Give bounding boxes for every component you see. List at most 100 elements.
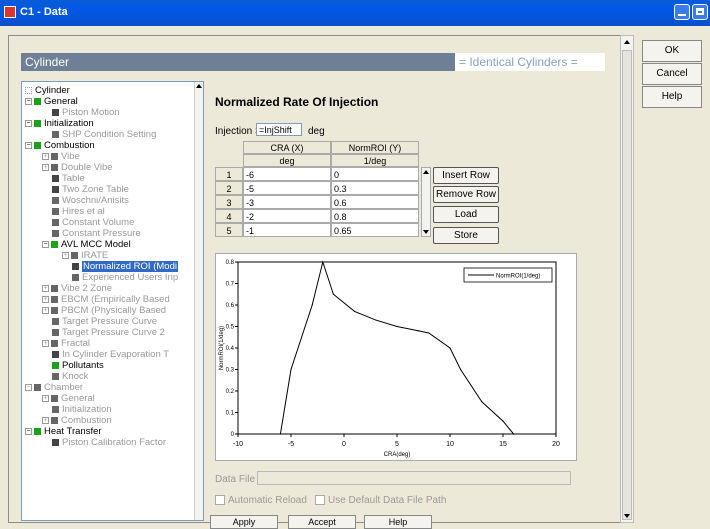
table-cell-y[interactable]: 0.6 [331, 195, 419, 209]
table-cell-y[interactable]: 0.65 [331, 223, 419, 237]
tree-item-piston-calibration[interactable]: Piston Calibration Factor [52, 437, 166, 448]
collapse-icon[interactable]: − [25, 141, 32, 149]
tree-scrollbar[interactable] [194, 82, 203, 520]
title-bar: C1 - Data [0, 0, 710, 26]
minimize-button[interactable] [674, 4, 690, 20]
tree-item-two-zone-table[interactable]: Two Zone Table [52, 184, 129, 195]
expand-icon[interactable]: + [42, 152, 49, 160]
col-header-x[interactable]: CRA (X) [243, 141, 331, 154]
table-scrollbar[interactable] [421, 167, 431, 237]
store-button[interactable]: Store [433, 227, 499, 244]
tree-item-constant-volume[interactable]: Constant Volume [52, 217, 134, 228]
tree-item-knock[interactable]: Knock [52, 371, 88, 382]
table-cell-x[interactable]: -5 [243, 181, 331, 195]
load-button[interactable]: Load [433, 206, 499, 223]
apply-button[interactable]: Apply [210, 515, 278, 529]
tree-item-target-pressure[interactable]: Target Pressure Curve [52, 316, 157, 327]
table-icon [52, 108, 59, 116]
y-tick-label: 0.5 [226, 325, 235, 331]
default-path-checkbox[interactable]: Use Default Data File Path [315, 495, 446, 506]
node-icon [52, 361, 59, 369]
node-icon [34, 141, 41, 149]
checkbox-box[interactable] [215, 495, 225, 506]
tree-item-normalized-roi[interactable]: Normalized ROI (Modi [72, 261, 178, 272]
expand-icon[interactable]: + [42, 339, 49, 347]
expand-icon[interactable]: + [42, 295, 49, 303]
ok-button[interactable]: OK [642, 40, 702, 62]
tree-item-chamber-combustion[interactable]: + Combustion [42, 415, 112, 426]
tree-item-shp-condition[interactable]: SHP Condition Setting [52, 129, 156, 140]
tree-item-piston-motion[interactable]: Piston Motion [52, 107, 120, 118]
tree-item-vibe[interactable]: + Vibe [42, 151, 80, 162]
injection-shift-unit: deg [308, 126, 325, 137]
scroll-down-icon[interactable] [423, 230, 429, 234]
tree-item-woschni[interactable]: Woschni/Anisits [52, 195, 129, 206]
table-cell-x[interactable]: -3 [243, 195, 331, 209]
x-tick-label: 10 [446, 441, 454, 448]
tree-item-chamber-general[interactable]: + General [42, 393, 95, 404]
expand-icon[interactable]: + [42, 163, 49, 171]
table-cell-y[interactable]: 0 [331, 167, 419, 181]
data-file-input[interactable] [257, 471, 571, 485]
table-cell-y[interactable]: 0.3 [331, 181, 419, 195]
tree-item-chamber-initialization[interactable]: Initialization [52, 404, 112, 415]
navigation-tree[interactable]: Cylinder − General Piston Motion − Initial… [21, 81, 204, 521]
automatic-reload-checkbox[interactable]: Automatic Reload [215, 495, 307, 506]
y-tick-label: 0.6 [226, 303, 235, 309]
tree-item-ebcm[interactable]: + EBCM (Empirically Based [42, 294, 170, 305]
tree-item-initialization[interactable]: − Initialization [25, 118, 94, 129]
scroll-up-icon[interactable] [423, 170, 429, 174]
collapse-icon[interactable]: − [25, 383, 32, 391]
table-cell-x[interactable]: -6 [243, 167, 331, 181]
tree-item-general[interactable]: − General [25, 96, 78, 107]
maximize-button[interactable] [692, 4, 708, 20]
tree-item-fractal[interactable]: + Fractal [42, 338, 90, 349]
expand-icon[interactable]: + [42, 284, 49, 292]
data-file-label: Data File [215, 474, 256, 485]
scroll-up-icon[interactable] [196, 84, 202, 88]
collapse-icon[interactable]: − [42, 240, 49, 248]
bottom-help-button[interactable]: Help [364, 515, 432, 529]
injection-shift-input[interactable]: =InjShift [256, 123, 302, 136]
cancel-button[interactable]: Cancel [642, 63, 702, 85]
tree-item-cylinder[interactable]: Cylinder [25, 85, 70, 96]
expand-icon[interactable]: + [62, 251, 69, 259]
insert-row-button[interactable]: Insert Row [433, 167, 499, 184]
table-cell-x[interactable]: -1 [243, 223, 331, 237]
tree-item-table[interactable]: Table [52, 173, 85, 184]
tree-item-target-pressure-2[interactable]: Target Pressure Curve 2 [52, 327, 165, 338]
col-header-y[interactable]: NormROI (Y) [331, 141, 419, 154]
expand-icon[interactable]: + [42, 394, 49, 402]
tree-item-hires[interactable]: Hires et al [52, 206, 105, 217]
tree-item-constant-pressure[interactable]: Constant Pressure [52, 228, 141, 239]
collapse-icon[interactable]: − [25, 427, 32, 435]
checkbox-box[interactable] [315, 495, 325, 506]
tree-item-chamber[interactable]: − Chamber [25, 382, 83, 393]
tree-item-double-vibe[interactable]: + Double Vibe [42, 162, 113, 173]
scroll-up-icon[interactable] [624, 40, 630, 44]
expand-icon[interactable]: + [42, 306, 49, 314]
tree-item-pollutants[interactable]: Pollutants [52, 360, 104, 371]
scroll-down-icon[interactable] [624, 514, 630, 518]
table-cell-y[interactable]: 0.8 [331, 209, 419, 223]
scrollbar-thumb[interactable] [622, 50, 632, 520]
collapse-icon[interactable]: − [25, 119, 32, 127]
remove-row-button[interactable]: Remove Row [433, 186, 499, 203]
help-button[interactable]: Help [642, 86, 702, 108]
table-icon [52, 185, 59, 193]
chart-svg: -10 -5 0 5 10 15 20 0 0.1 0.2 0.3 0.4 0.5 0.6 0.7 0.8 CR… [219, 260, 560, 458]
tree-item-combustion[interactable]: − Combustion [25, 140, 95, 151]
tree-item-pbcm[interactable]: + PBCM (Physically Based [42, 305, 166, 316]
accept-button[interactable]: Accept [288, 515, 356, 529]
table-icon [52, 438, 59, 446]
table-cell-x[interactable]: -2 [243, 209, 331, 223]
collapse-icon[interactable]: − [25, 97, 32, 105]
tree-item-heat-transfer[interactable]: − Heat Transfer [25, 426, 102, 437]
tree-item-experienced-users[interactable]: Experienced Users Inp [72, 272, 178, 283]
tree-item-vibe-2-zone[interactable]: + Vibe 2 Zone [42, 283, 112, 294]
tree-item-evaporation[interactable]: In Cylinder Evaporation T [52, 349, 169, 360]
tree-item-avl-mcc[interactable]: − AVL MCC Model [42, 239, 131, 250]
main-scrollbar[interactable] [620, 35, 634, 523]
tree-item-irate[interactable]: + IRATE [62, 250, 108, 261]
expand-icon[interactable]: + [42, 416, 49, 424]
